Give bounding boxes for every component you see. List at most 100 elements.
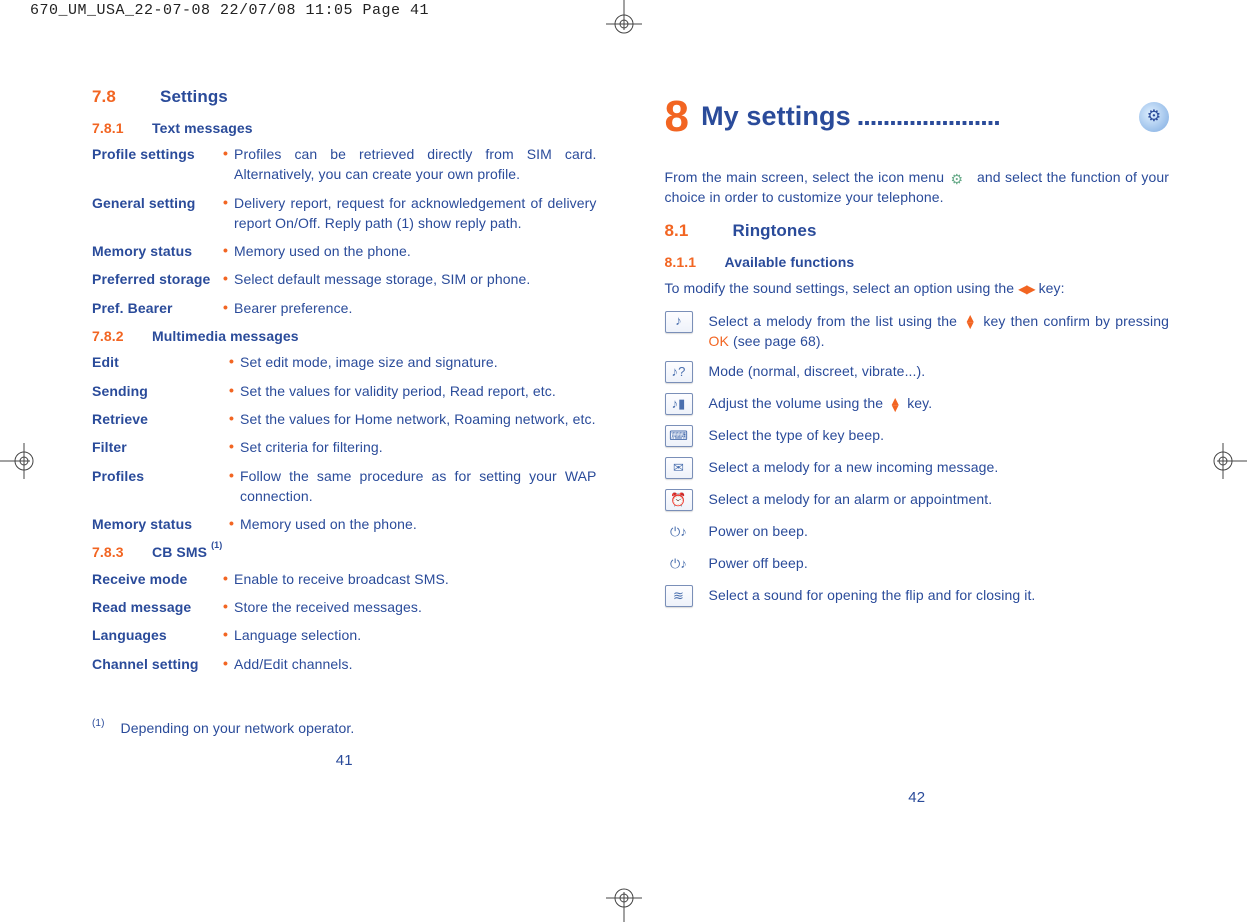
list-item: Select a melody from the list using the … (709, 311, 1170, 352)
list-item: Power on beep. (709, 521, 1170, 541)
term: Edit (92, 352, 225, 372)
mms-list: Edit •Set edit mode, image size and sign… (92, 352, 597, 534)
chapter-number: 8 (665, 85, 690, 149)
bullet-icon: • (229, 437, 234, 455)
left-right-key-icon: ◀▶ (1018, 282, 1034, 296)
subsection-number: 7.8.1 (92, 118, 134, 138)
bullet-icon: • (223, 654, 228, 672)
subsection-title: Available functions (725, 252, 855, 272)
chapter-heading: 8 My settings ...................... ⚙ (665, 85, 1170, 149)
subsection-heading-7-8-3: 7.8.3 CB SMS (1) (92, 542, 597, 562)
definition: •Language selection. (223, 625, 597, 645)
list-item: Mode (normal, discreet, vibrate...). (709, 361, 1170, 381)
melody-icon: ♪ (665, 311, 693, 333)
bullet-icon: • (229, 352, 234, 370)
left-column: 7.8 Settings 7.8.1 Text messages Profile… (92, 85, 597, 842)
mode-icon: ♪? (665, 361, 693, 383)
page-number-right: 42 (665, 787, 1170, 809)
list-item: Adjust the volume using the ▲▼ key. (709, 393, 1170, 413)
bullet-icon: • (229, 514, 234, 532)
term: Preferred storage (92, 269, 219, 289)
footnote-ref: (1) (211, 540, 222, 550)
term: Memory status (92, 241, 219, 261)
subsection-number: 7.8.3 (92, 542, 134, 562)
footnote-mark: (1) (92, 717, 105, 732)
footnote-text: Depending on your network operator. (121, 718, 355, 738)
definition: •Add/Edit channels. (223, 654, 597, 674)
print-header: 670_UM_USA_22-07-08 22/07/08 11:05 Page … (0, 0, 429, 22)
bullet-icon: • (223, 625, 228, 643)
bullet-icon: • (229, 466, 234, 484)
chapter-dots: ...................... (857, 97, 1127, 136)
subsection-title: Text messages (152, 118, 253, 138)
bullet-icon: • (223, 269, 228, 287)
definition: •Set criteria for filtering. (229, 437, 597, 457)
section-number: 8.1 (665, 219, 703, 244)
definition: •Set the values for validity period, Rea… (229, 381, 597, 401)
section-title: Ringtones (733, 219, 817, 244)
term: Retrieve (92, 409, 225, 429)
definition: •Profiles can be retrieved directly from… (223, 144, 597, 185)
term: Memory status (92, 514, 225, 534)
print-header-text: 670_UM_USA_22-07-08 22/07/08 11:05 Page … (0, 0, 429, 22)
definition: •Store the received messages. (223, 597, 597, 617)
definition: •Select default message storage, SIM or … (223, 269, 597, 289)
page-number-left: 41 (92, 750, 597, 772)
bullet-icon: • (223, 597, 228, 615)
definition: •Set edit mode, image size and signature… (229, 352, 597, 372)
ok-key: OK (709, 333, 729, 349)
list-item: Select a melody for a new incoming messa… (709, 457, 1170, 477)
columns: 7.8 Settings 7.8.1 Text messages Profile… (92, 85, 1169, 842)
term: Channel setting (92, 654, 219, 674)
term: Profiles (92, 466, 225, 507)
definition: •Memory used on the phone. (223, 241, 597, 261)
term: Filter (92, 437, 225, 457)
term: Profile settings (92, 144, 219, 185)
term: Sending (92, 381, 225, 401)
term: Pref. Bearer (92, 298, 219, 318)
list-item: Select the type of key beep. (709, 425, 1170, 445)
definition: •Bearer preference. (223, 298, 597, 318)
section-heading-8-1: 8.1 Ringtones (665, 219, 1170, 244)
up-down-key-icon: ▲▼ (889, 398, 901, 412)
crop-mark-top (600, 0, 648, 48)
bullet-icon: • (229, 381, 234, 399)
flip-icon: ≋ (665, 585, 693, 607)
envelope-icon: ✉ (665, 457, 693, 479)
term: Receive mode (92, 569, 219, 589)
subsection-heading-7-8-1: 7.8.1 Text messages (92, 118, 597, 138)
page-spread: 670_UM_USA_22-07-08 22/07/08 11:05 Page … (0, 0, 1247, 922)
list-item: Power off beep. (709, 553, 1170, 573)
definition: •Memory used on the phone. (229, 514, 597, 534)
section-number: 7.8 (92, 85, 130, 110)
cb-list: Receive mode •Enable to receive broadcas… (92, 569, 597, 674)
settings-icon: ⚙ (1139, 102, 1169, 132)
term: Languages (92, 625, 219, 645)
power-on-icon: ⏻♪ (665, 521, 693, 543)
section-title: Settings (160, 85, 228, 110)
definition: •Enable to receive broadcast SMS. (223, 569, 597, 589)
subsection-heading-8-1-1: 8.1.1 Available functions (665, 252, 1170, 272)
lead-sentence: To modify the sound settings, select an … (665, 278, 1170, 298)
subsection-number: 7.8.2 (92, 326, 134, 346)
text-messages-list: Profile settings •Profiles can be retrie… (92, 144, 597, 318)
bullet-icon: • (229, 409, 234, 427)
list-item: Select a melody for an alarm or appointm… (709, 489, 1170, 509)
bullet-icon: • (223, 144, 228, 162)
section-heading-7-8: 7.8 Settings (92, 85, 597, 110)
subsection-heading-7-8-2: 7.8.2 Multimedia messages (92, 326, 597, 346)
definition: •Follow the same procedure as for settin… (229, 466, 597, 507)
footnote: (1) Depending on your network operator. (92, 718, 597, 738)
bullet-icon: • (223, 241, 228, 259)
alarm-icon: ⏰ (665, 489, 693, 511)
intro-paragraph: From the main screen, select the icon me… (665, 167, 1170, 208)
list-item: Select a sound for opening the flip and … (709, 585, 1170, 605)
subsection-number: 8.1.1 (665, 252, 707, 272)
definition: •Delivery report, request for acknowledg… (223, 193, 597, 234)
definition: •Set the values for Home network, Roamin… (229, 409, 597, 429)
term: Read message (92, 597, 219, 617)
term: General setting (92, 193, 219, 234)
crop-mark-left (0, 437, 48, 485)
subsection-title: Multimedia messages (152, 326, 299, 346)
crop-mark-bottom (600, 874, 648, 922)
